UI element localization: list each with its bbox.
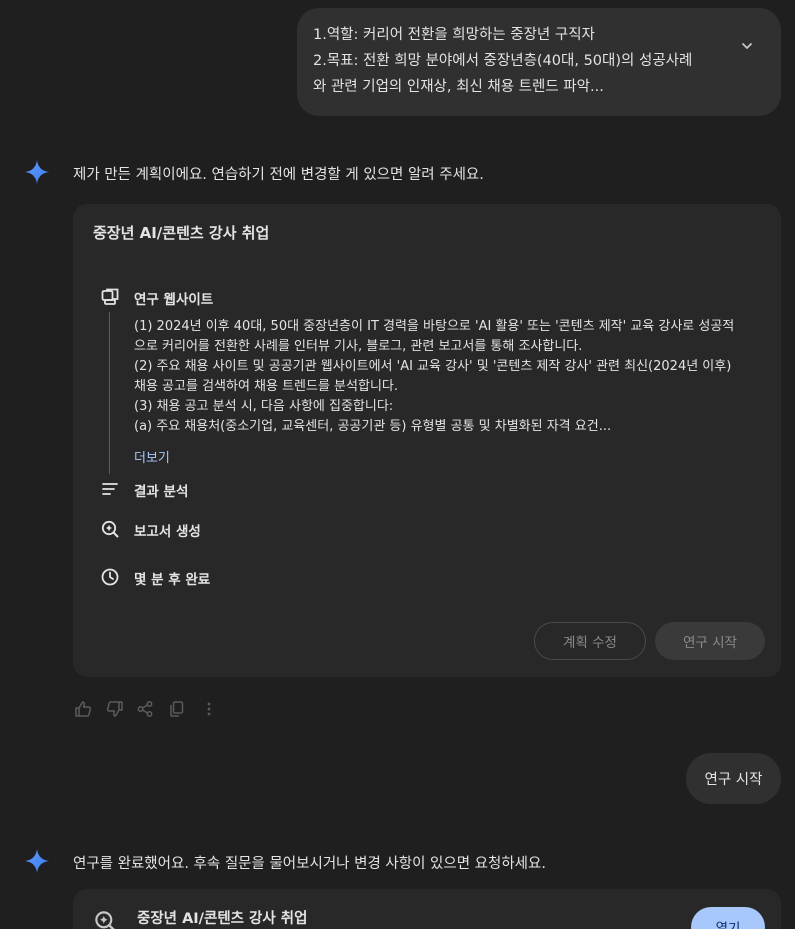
report-search-icon [99,518,121,540]
chevron-down-icon [742,43,752,49]
edit-plan-button[interactable]: 계획 수정 [534,622,646,660]
description-line: (1) 2024년 이후 40대, 50대 중장년층이 IT 경력을 바탕으로 … [134,319,735,334]
user-message-line: 2.목표: 전환 희망 분야에서 중장년층(40대, 50대)의 성공사례 [313,53,693,69]
step-analyze-label: 결과 분석 [134,484,189,500]
report-title: 중장년 AI/콘텐츠 강사 취업 [137,911,308,927]
plan-title: 중장년 AI/콘텐츠 강사 취업 [93,224,270,242]
model-message-text-2: 연구를 완료했어요. 후속 질문을 물어보시거나 변경 사항이 있으면 요청하세… [73,856,546,872]
analyze-results-icon [99,478,121,500]
description-line: (3) 채용 공고 분석 시, 다음 사항에 집중합니다: [134,399,394,414]
description-line: 으로 커리어를 전환한 사례를 인터뷰 기사, 블로그, 관련 보고서를 통해 … [134,339,583,354]
open-report-button[interactable]: 열기 [691,907,765,929]
thumbs-up-icon[interactable] [73,699,93,719]
description-line: 채용 공고를 검색하여 채용 트렌드를 분석합니다. [134,379,398,394]
user-message-bubble: 1.역할: 커리어 전환을 희망하는 중장년 구직자 2.목표: 전환 희망 분… [297,8,781,116]
description-line: (2) 주요 채용 사이트 및 공공기관 웹사이트에서 'AI 교육 강사' 및… [134,359,732,374]
step-research-description: (1) 2024년 이후 40대, 50대 중장년층이 IT 경력을 바탕으로 … [134,317,764,437]
start-research-button[interactable]: 연구 시작 [655,622,765,660]
user-message-line: 1.역할: 커리어 전환을 희망하는 중장년 구직자 [313,27,595,43]
step-time-label: 몇 분 후 완료 [134,572,211,588]
report-card[interactable]: 중장년 AI/콘텐츠 강사 취업 열기 [73,889,781,929]
gemini-sparkle-icon [25,849,49,873]
share-icon[interactable] [135,699,155,719]
web-browse-icon [99,286,121,308]
chat-page: 1.역할: 커리어 전환을 희망하는 중장년 구직자 2.목표: 전환 희망 분… [0,0,795,929]
expand-message-button[interactable] [735,34,759,58]
step-report-label: 보고서 생성 [134,524,201,540]
copy-icon[interactable] [167,699,187,719]
step-research-label: 연구 웹사이트 [134,292,214,308]
show-more-link[interactable]: 더보기 [134,447,170,466]
clock-icon [99,566,121,588]
model-message-text: 제가 만든 계획이에요. 연습하기 전에 변경할 게 있으면 알려 주세요. [73,167,484,183]
report-search-icon [95,911,115,929]
more-options-icon[interactable] [199,699,219,719]
thumbs-down-icon[interactable] [105,699,125,719]
gemini-sparkle-icon [25,160,49,184]
description-line: (a) 주요 채용처(중소기업, 교육센터, 공공기관 등) 유형별 공통 및 … [134,419,612,434]
step-connector-line [109,312,110,474]
research-plan-card: 중장년 AI/콘텐츠 강사 취업 연구 웹사이트 (1) 2024년 이후 40… [73,204,781,677]
user-message-line: 와 관련 기업의 인재상, 최신 채용 트렌드 파악... [313,79,604,95]
user-message-bubble-2: 연구 시작 [686,753,781,804]
